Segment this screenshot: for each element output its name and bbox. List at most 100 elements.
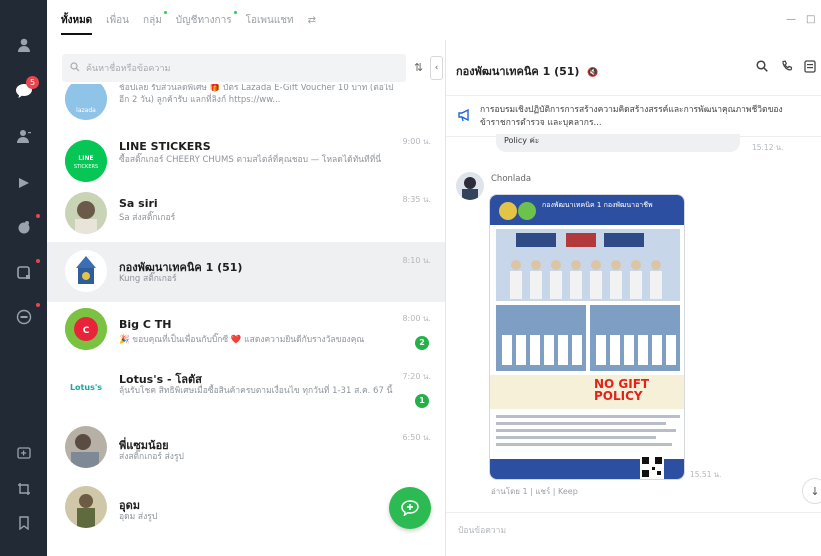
tab-all[interactable]: ทั้งหมด	[61, 2, 93, 39]
tab-openchat[interactable]: โอเพนแชท	[246, 2, 294, 39]
call-icon[interactable]	[781, 60, 793, 75]
image-message[interactable]: กองพัฒนาเทคนิค 1 กองพัฒนาอาชีพ NO GIFT P…	[489, 194, 685, 480]
chat-row-selected[interactable]: กองพัฒนาเทคนิค 1 (51) Kung สติ๊กเกอร์ 8:…	[47, 242, 445, 302]
add-friend-icon[interactable]	[13, 442, 35, 464]
search-placeholder: ค้นหาชื่อหรือข้อความ	[86, 64, 171, 74]
chat-avatar	[65, 192, 107, 234]
scroll-down-button[interactable]: ↓	[802, 478, 821, 504]
chat-row[interactable]: Sa siri Sa ส่งสติ๊กเกอร์ 8:35 น.	[47, 190, 445, 248]
tab-official[interactable]: บัญชีทางการ	[175, 2, 237, 39]
menu-icon[interactable]	[804, 60, 816, 76]
chat-last-message: ส่งสติ๊กเกอร์ ส่งรูป	[119, 452, 184, 462]
poster-logos	[499, 202, 536, 220]
tab-groups[interactable]: กลุ่ม	[143, 2, 167, 39]
chat-row[interactable]: พี่แซมน้อย ส่งสติ๊กเกอร์ ส่งรูป 6:50 น.	[47, 424, 445, 482]
chat-avatar	[65, 486, 107, 528]
tab-groups-dot	[163, 10, 167, 14]
chat-last-message: ลุ้นรับโชค สิทธิพิเศษเมื่อซื้อสินค้าครบต…	[119, 386, 393, 396]
filter-settings-icon[interactable]: ⇄	[308, 4, 316, 37]
profile-icon[interactable]	[13, 34, 35, 56]
svg-text:LINE: LINE	[78, 155, 93, 162]
chat-time: 9:00 น.	[402, 137, 431, 146]
qr-code	[640, 455, 664, 479]
message-composer[interactable]: ป้อนข้อความ	[446, 512, 821, 556]
sender-avatar[interactable]	[456, 172, 484, 200]
chat-last-message: ช้อปเลย รับส่วนลดพิเศษ 🎁 บัตร Lazada E-G…	[119, 84, 394, 105]
chat-time: 8:35 น.	[402, 195, 431, 204]
chat-avatar: lazada	[65, 84, 107, 120]
chat-name: Sa siri	[119, 197, 158, 210]
mute-icon: 🔇	[587, 68, 599, 78]
poster-text-line	[496, 436, 656, 439]
previous-message-time: 15.12 น.	[752, 143, 784, 152]
unread-badge: 1	[415, 394, 429, 408]
tab-openchat-label: โอเพนแชท	[245, 14, 294, 26]
minimize-icon[interactable]: —	[786, 14, 796, 25]
search-icon[interactable]	[756, 60, 768, 75]
chat-time: 8:10 น.	[402, 256, 431, 265]
chat-row[interactable]: Lotus's Lotus's - โลตัส ลุ้นรับโชค สิทธิ…	[47, 364, 445, 422]
line-circle-icon[interactable]	[13, 306, 35, 328]
chat-last-message: อุดม ส่งรูป	[119, 512, 158, 522]
new-chat-button[interactable]	[389, 487, 431, 529]
poster-photo-right	[590, 305, 680, 371]
announcement-bar[interactable]: การอบรมเชิงปฏิบัติการการสร้างความคิดสร้า…	[446, 95, 821, 137]
tab-groups-label: กลุ่ม	[143, 14, 162, 26]
image-time: 15.51 น.	[690, 470, 722, 479]
sender-name: Chonlada	[491, 174, 532, 184]
chat-time: 6:50 น.	[402, 433, 431, 442]
chat-name: Big C TH	[119, 318, 172, 331]
search-input[interactable]: ค้นหาชื่อหรือข้อความ	[62, 54, 406, 82]
previous-message-bubble[interactable]: Policy ค่ะ	[496, 134, 740, 152]
chat-last-message: 🎉 ขอบคุณที่เป็นเพื่อนกับบิ๊กซี ❤️ แสดงคว…	[119, 335, 365, 345]
poster-text-line	[496, 429, 676, 432]
poster-text-line	[496, 415, 680, 418]
composer-placeholder: ป้อนข้อความ	[458, 526, 507, 536]
poster-photo-left	[496, 305, 586, 371]
chat-time: 7:20 น.	[402, 372, 431, 381]
poster-title: กองพัฒนาเทคนิค 1 กองพัฒนาอาชีพ	[542, 201, 653, 209]
chat-row[interactable]: อุดม อุดม ส่งรูป	[47, 484, 445, 542]
sort-icon[interactable]: ⇅	[414, 61, 423, 74]
tab-friends[interactable]: เพื่อน	[106, 2, 129, 39]
chat-last-message: Kung สติ๊กเกอร์	[119, 274, 177, 284]
collapse-list-button[interactable]: ‹	[430, 56, 443, 80]
line-circle-dot	[36, 303, 40, 307]
chat-avatar	[65, 426, 107, 468]
image-caption: อ่านโดย 1 | แชร์ | Keep	[491, 487, 578, 496]
poster-text-line	[496, 443, 672, 446]
chat-list: lazada ช้อปเลย รับส่วนลดพิเศษ 🎁 บัตร Laz…	[47, 84, 445, 556]
chat-last-message: ซื้อสติ๊กเกอร์ CHEERY CHUMS ตามสไตล์ที่ค…	[119, 155, 382, 165]
tab-all-label: ทั้งหมด	[61, 14, 93, 26]
chat-row[interactable]: lazada ช้อปเลย รับส่วนลดพิเศษ 🎁 บัตร Laz…	[47, 84, 445, 134]
tab-friends-label: เพื่อน	[106, 14, 130, 26]
chat-row[interactable]: LINE STICKERS LINE STICKERS ซื้อสติ๊กเกอร…	[47, 132, 445, 190]
announcement-text: การอบรมเชิงปฏิบัติการการสร้างความคิดสร้า…	[480, 105, 783, 128]
lotus-avatar: Lotus's	[65, 366, 107, 408]
keep-icon[interactable]	[13, 512, 35, 534]
tab-official-label: บัญชีทางการ	[175, 14, 232, 26]
timeline-icon[interactable]	[13, 172, 35, 194]
square-dot	[36, 259, 40, 263]
search-icon	[70, 61, 80, 75]
chat-name: LINE STICKERS	[119, 140, 211, 153]
poster-photo-top	[496, 229, 680, 301]
big-c-avatar: C	[65, 308, 107, 350]
chat-title-text: กองพัฒนาเทคนิค 1 (51)	[456, 65, 580, 78]
poster-text-line	[496, 422, 666, 425]
chat-header: กองพัฒนาเทคนิค 1 (51) 🔇	[446, 40, 821, 98]
unread-badge: 2	[415, 336, 429, 350]
megaphone-icon	[458, 108, 472, 126]
svg-text:STICKERS: STICKERS	[74, 164, 98, 170]
square-icon[interactable]	[13, 262, 35, 284]
openchat-dot	[36, 214, 40, 218]
chat-row[interactable]: C Big C TH 🎉 ขอบคุณที่เป็นเพื่อนกับบิ๊กซ…	[47, 306, 445, 364]
friends-icon[interactable]	[13, 125, 35, 147]
chat-title: กองพัฒนาเทคนิค 1 (51) 🔇	[456, 62, 599, 80]
crop-icon[interactable]	[13, 478, 35, 500]
openchat-icon[interactable]	[13, 216, 35, 238]
chat-avatar	[65, 250, 107, 292]
svg-text:C: C	[83, 326, 90, 336]
tab-official-dot	[233, 10, 237, 14]
maximize-icon[interactable]: □	[806, 14, 815, 25]
